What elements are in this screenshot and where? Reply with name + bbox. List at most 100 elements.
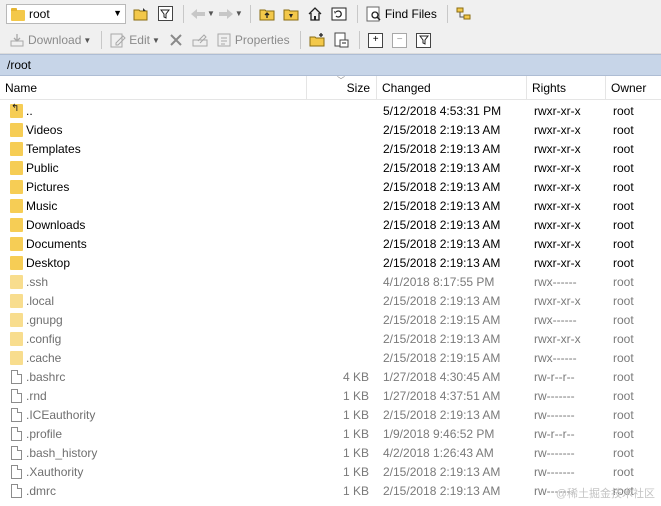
file-owner: root xyxy=(613,198,634,213)
file-changed: 1/27/2018 4:30:45 AM xyxy=(383,369,501,384)
home-icon xyxy=(307,6,323,22)
file-row[interactable]: .gnupg 2/15/2018 2:19:15 AM rwx------ root xyxy=(0,310,661,329)
file-row[interactable]: Downloads 2/15/2018 2:19:13 AM rwxr-xr-x ro… xyxy=(0,215,661,234)
filter-files-button[interactable] xyxy=(413,29,435,51)
file-size xyxy=(308,158,369,177)
file-row[interactable]: .. 5/12/2018 4:53:31 PM rwxr-xr-x root xyxy=(0,101,661,120)
file-size xyxy=(308,310,369,329)
file-row[interactable]: Documents 2/15/2018 2:19:13 AM rwxr-xr-x ro… xyxy=(0,234,661,253)
file-row[interactable]: .ICEauthority 1 KB 2/15/2018 2:19:13 AM rw-… xyxy=(0,405,661,424)
file-row[interactable]: Videos 2/15/2018 2:19:13 AM rwxr-xr-x root xyxy=(0,120,661,139)
file-row[interactable]: Desktop 2/15/2018 2:19:13 AM rwxr-xr-x root xyxy=(0,253,661,272)
file-list[interactable]: Name ﹀ Size Changed Rights Owner .. 5/12/… xyxy=(0,76,661,506)
file-size xyxy=(308,291,369,310)
toolbar-separator xyxy=(358,31,360,49)
root-directory-button[interactable] xyxy=(280,3,302,25)
file-icon xyxy=(11,426,22,441)
file-name: Downloads xyxy=(26,217,86,232)
file-row[interactable]: .bash_history 1 KB 4/2/2018 1:26:43 AM rw--… xyxy=(0,443,661,462)
column-header-rights[interactable]: Rights xyxy=(527,76,606,100)
download-icon xyxy=(9,32,25,48)
toolbar-separator xyxy=(299,31,301,49)
home-directory-button[interactable] xyxy=(304,3,326,25)
file-changed: 2/15/2018 2:19:13 AM xyxy=(383,179,501,194)
file-icon xyxy=(11,445,22,460)
file-row[interactable]: .local 2/15/2018 2:19:13 AM rwxr-xr-x root xyxy=(0,291,661,310)
file-icon xyxy=(11,464,22,479)
refresh-button[interactable] xyxy=(328,3,350,25)
file-name-cell: Desktop xyxy=(10,253,70,272)
find-files-icon xyxy=(366,6,382,22)
file-row[interactable]: .rnd 1 KB 1/27/2018 4:37:51 AM rw------- roo… xyxy=(0,386,661,405)
parent-directory-button[interactable] xyxy=(256,3,278,25)
file-size: 1 KB xyxy=(342,464,369,479)
rename-button[interactable] xyxy=(189,29,211,51)
file-rights: rwxr-xr-x xyxy=(534,217,581,232)
tree-view-icon xyxy=(456,6,472,22)
file-name-cell: .dmrc xyxy=(10,481,56,500)
forward-button[interactable]: ▼ xyxy=(217,3,243,25)
file-size xyxy=(308,272,369,291)
file-row[interactable]: Templates 2/15/2018 2:19:13 AM rwxr-xr-x ro… xyxy=(0,139,661,158)
file-size: 1 KB xyxy=(342,483,369,498)
file-name: .dmrc xyxy=(26,483,56,498)
folder-icon xyxy=(10,141,23,156)
file-owner: root xyxy=(613,445,634,460)
file-rights: rwx------ xyxy=(534,350,577,365)
location-dropdown-label: root xyxy=(29,6,50,21)
column-header-owner[interactable]: Owner xyxy=(606,76,661,100)
file-owner: root xyxy=(613,388,634,403)
file-row[interactable]: .profile 1 KB 1/9/2018 9:46:52 PM rw-r--r--… xyxy=(0,424,661,443)
file-row[interactable]: .Xauthority 1 KB 2/15/2018 2:19:13 AM rw---… xyxy=(0,462,661,481)
file-row[interactable]: Pictures 2/15/2018 2:19:13 AM rwxr-xr-x roo… xyxy=(0,177,661,196)
column-header-changed-label: Changed xyxy=(382,81,431,95)
file-rights: rwxr-xr-x xyxy=(534,179,581,194)
file-size xyxy=(308,196,369,215)
file-changed: 2/15/2018 2:19:13 AM xyxy=(383,483,501,498)
file-changed: 2/15/2018 2:19:13 AM xyxy=(383,160,501,175)
file-name: .gnupg xyxy=(26,312,63,327)
folder-icon xyxy=(10,236,23,251)
find-files-button[interactable]: Find Files xyxy=(363,3,440,25)
file-row[interactable]: .bashrc 4 KB 1/27/2018 4:30:45 AM rw-r--r--… xyxy=(0,367,661,386)
column-header-size[interactable]: Size xyxy=(307,76,377,100)
forward-arrow-icon xyxy=(217,6,233,22)
current-path-bar[interactable]: /root xyxy=(0,54,661,76)
filter-button[interactable] xyxy=(154,3,176,25)
file-owner: root xyxy=(613,103,634,118)
file-owner: root xyxy=(613,312,634,327)
select-files-button[interactable]: + xyxy=(365,29,387,51)
file-name: .config xyxy=(26,331,62,346)
file-row[interactable]: Music 2/15/2018 2:19:13 AM rwxr-xr-x root xyxy=(0,196,661,215)
folder-icon xyxy=(10,274,23,289)
file-rights: rw-r--r-- xyxy=(534,426,575,441)
delete-button[interactable] xyxy=(165,29,187,51)
back-button[interactable]: ▼ xyxy=(189,3,215,25)
new-folder-button[interactable] xyxy=(306,29,328,51)
file-row[interactable]: Public 2/15/2018 2:19:13 AM rwxr-xr-x root xyxy=(0,158,661,177)
new-file-button[interactable] xyxy=(330,29,352,51)
file-icon xyxy=(11,483,22,498)
file-icon xyxy=(11,407,22,422)
file-row[interactable]: .cache 2/15/2018 2:19:15 AM rwx------ root xyxy=(0,348,661,367)
unselect-files-button[interactable]: − xyxy=(389,29,411,51)
column-header-name[interactable]: Name xyxy=(0,76,307,100)
file-name: Templates xyxy=(26,141,81,156)
file-row[interactable]: .ssh 4/1/2018 8:17:55 PM rwx------ root xyxy=(0,272,661,291)
folder-icon xyxy=(10,331,23,346)
edit-button[interactable]: Edit ▼ xyxy=(107,29,163,51)
properties-button[interactable]: Properties xyxy=(213,29,293,51)
file-row[interactable]: .config 2/15/2018 2:19:13 AM rwxr-xr-x root xyxy=(0,329,661,348)
file-changed: 2/15/2018 2:19:13 AM xyxy=(383,407,501,422)
location-dropdown[interactable]: root ▼ xyxy=(6,3,126,24)
open-folder-button[interactable] xyxy=(130,3,152,25)
file-name-cell: .cache xyxy=(10,348,61,367)
column-header-name-label: Name xyxy=(5,81,38,95)
file-size: 1 KB xyxy=(342,388,369,403)
file-name: .ssh xyxy=(26,274,49,289)
file-name: .cache xyxy=(26,350,62,365)
file-owner: root xyxy=(613,255,634,270)
column-header-changed[interactable]: Changed xyxy=(377,76,527,100)
tree-view-button[interactable] xyxy=(453,3,475,25)
download-button[interactable]: Download ▼ xyxy=(6,29,94,51)
